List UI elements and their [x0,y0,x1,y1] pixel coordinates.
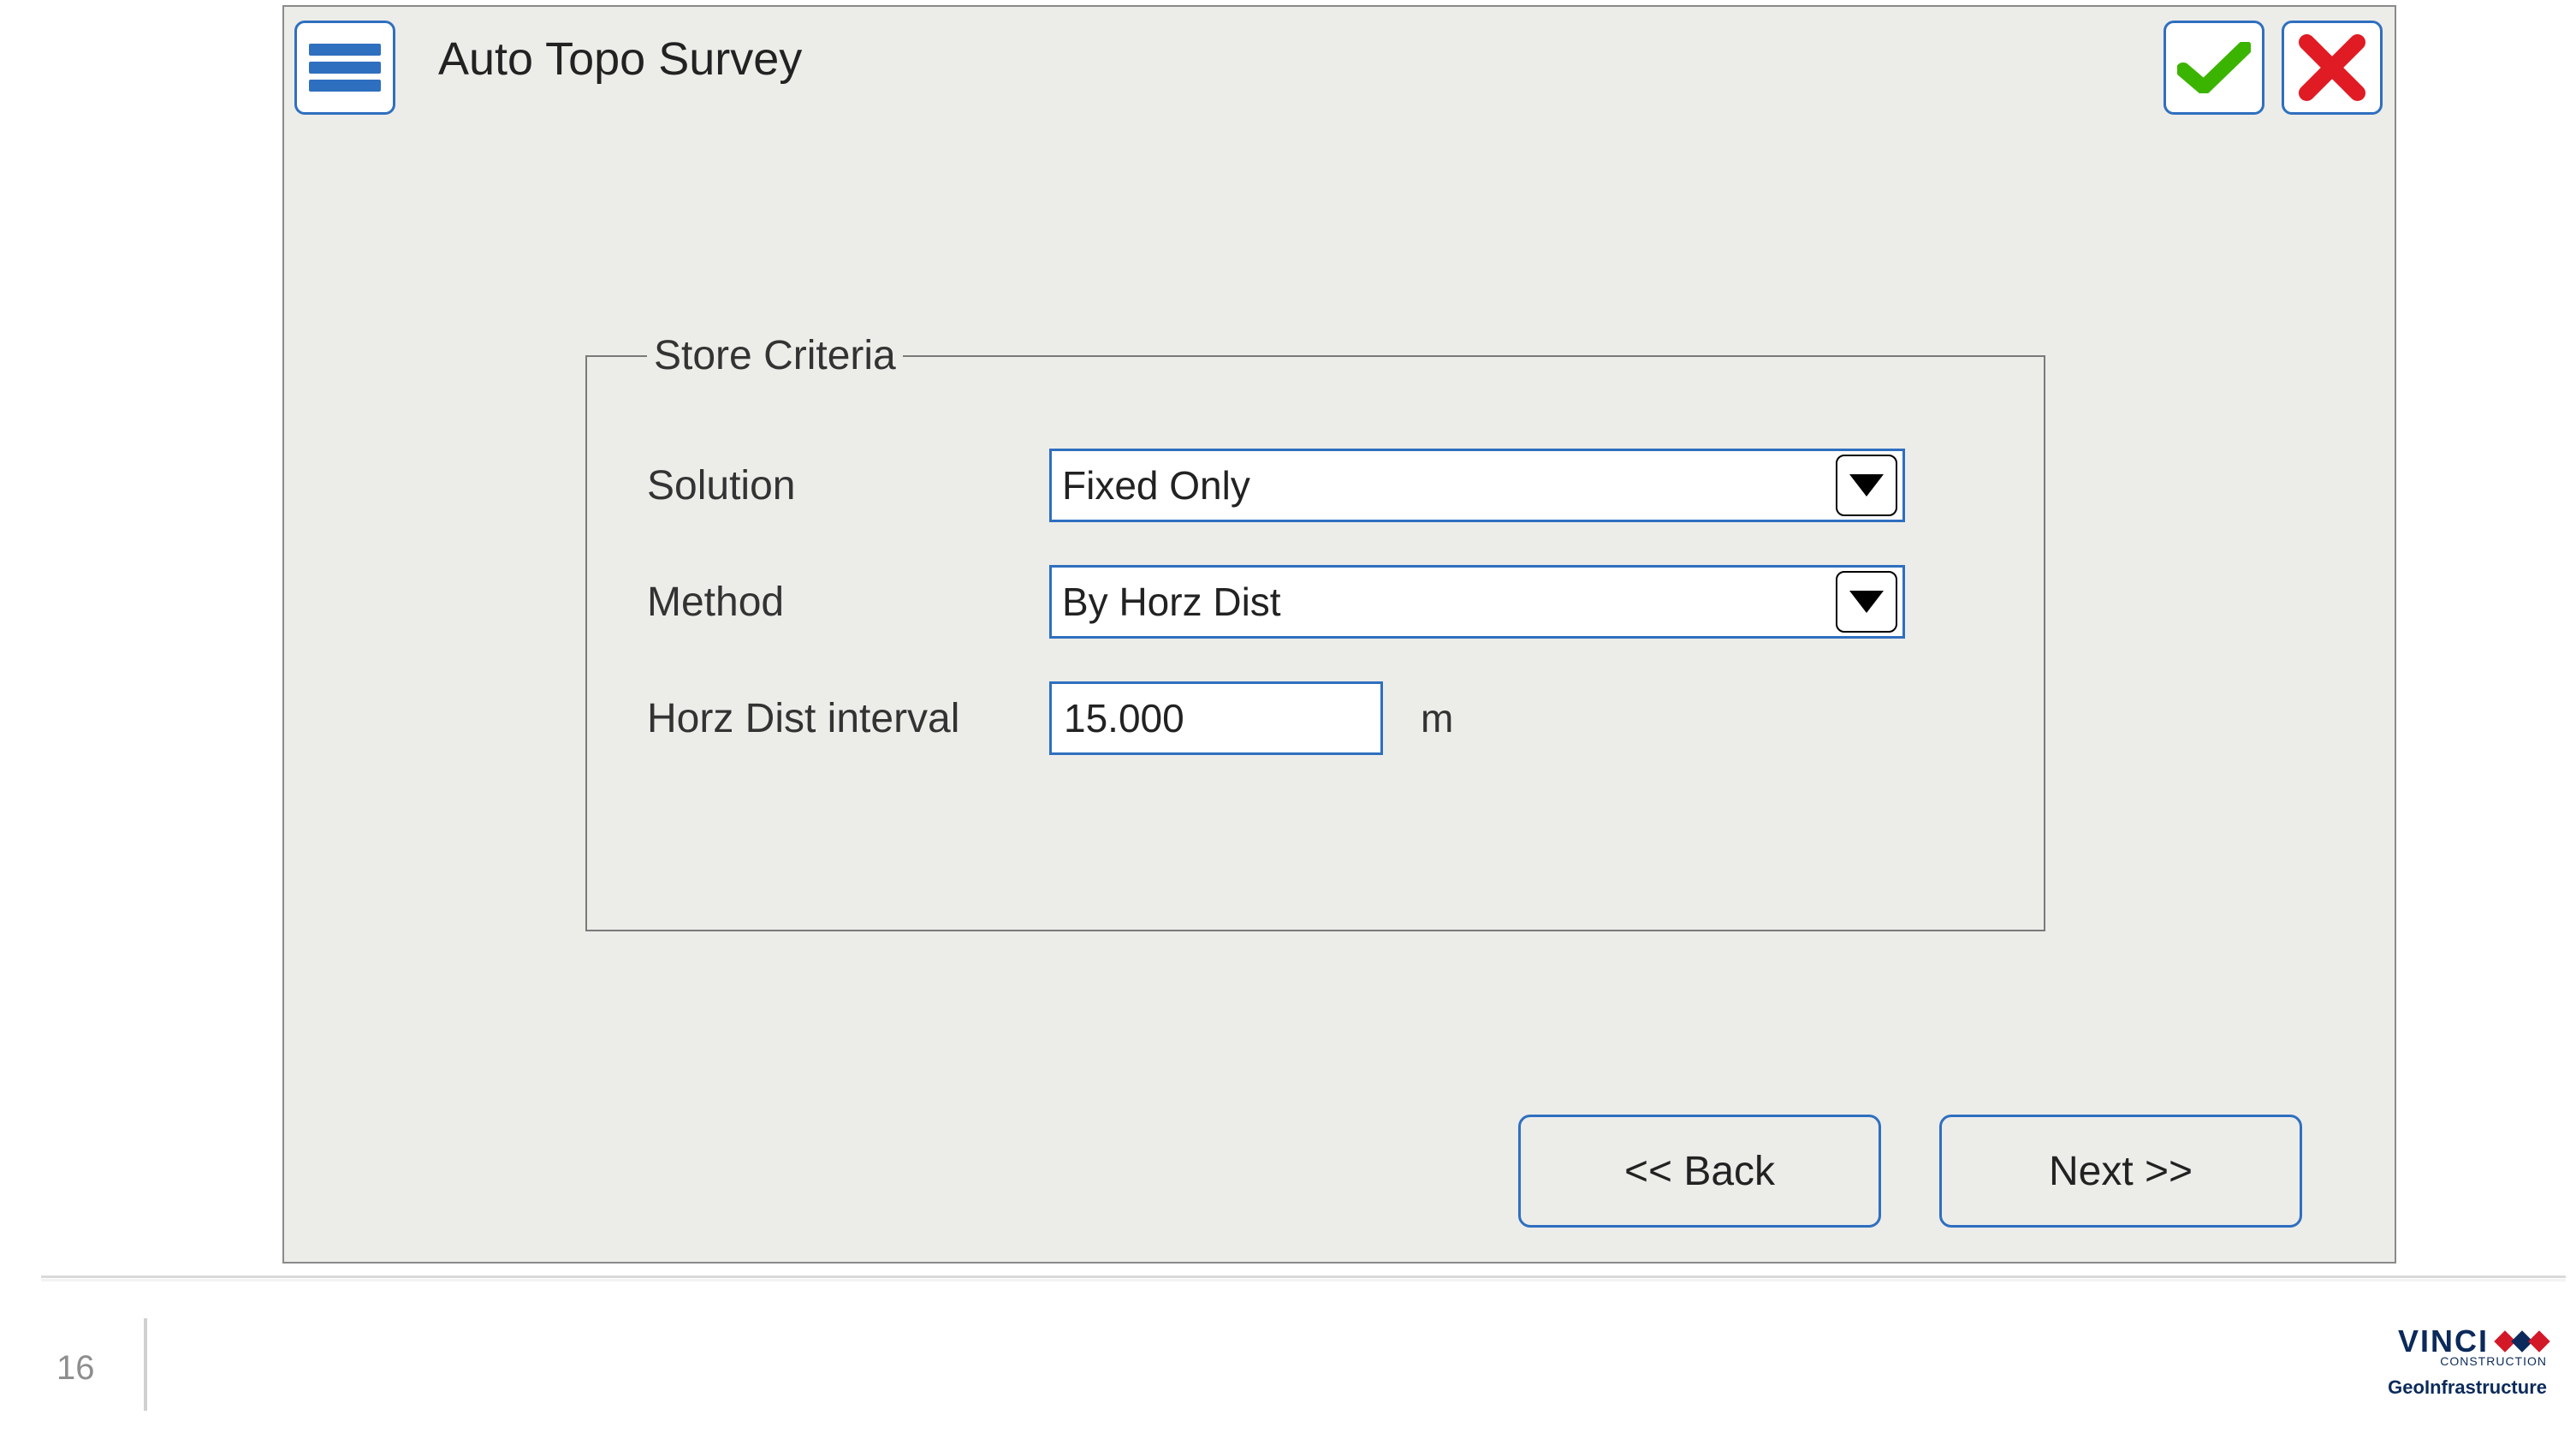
menu-button[interactable] [294,21,395,115]
slide-canvas: Auto Topo Survey Store Criteria Solution… [0,0,2576,1445]
cancel-button[interactable] [2282,21,2383,115]
method-label: Method [647,579,1049,626]
check-icon [2177,42,2251,93]
app-window: Auto Topo Survey Store Criteria Solution… [282,5,2396,1264]
title-bar: Auto Topo Survey [293,12,2386,123]
page-number-divider [144,1318,147,1411]
solution-dropdown[interactable]: Fixed Only [1049,449,1905,522]
solution-dropdown-button[interactable] [1836,455,1897,516]
brand-logo: VINCI CONSTRUCTION GeoInfrastructure [2388,1323,2547,1399]
brand-mark-icon [2497,1334,2547,1349]
page-title: Auto Topo Survey [438,33,802,86]
page-number: 16 [56,1349,95,1388]
solution-row: Solution Fixed Only [647,441,1992,530]
confirm-button[interactable] [2163,21,2264,115]
method-dropdown[interactable]: By Horz Dist [1049,565,1905,639]
menu-icon [309,44,381,92]
next-button[interactable]: Next >> [1939,1115,2302,1228]
horz-dist-input[interactable] [1049,681,1383,755]
solution-value: Fixed Only [1052,462,1836,508]
chevron-down-icon [1849,474,1884,497]
footer-divider [41,1276,2566,1278]
solution-label: Solution [647,462,1049,509]
method-row: Method By Horz Dist [647,557,1992,646]
x-icon [2299,34,2365,101]
horz-dist-label: Horz Dist interval [647,695,1049,742]
chevron-down-icon [1849,591,1884,613]
horz-dist-unit: m [1421,695,1453,741]
back-button[interactable]: << Back [1518,1115,1881,1228]
method-dropdown-button[interactable] [1836,571,1897,633]
method-value: By Horz Dist [1052,579,1836,625]
horz-dist-row: Horz Dist interval m [647,674,1992,763]
store-criteria-group: Store Criteria Solution Fixed Only Metho… [585,332,2045,931]
store-criteria-legend: Store Criteria [647,332,903,379]
brand-subtitle-2: GeoInfrastructure [2388,1377,2547,1399]
